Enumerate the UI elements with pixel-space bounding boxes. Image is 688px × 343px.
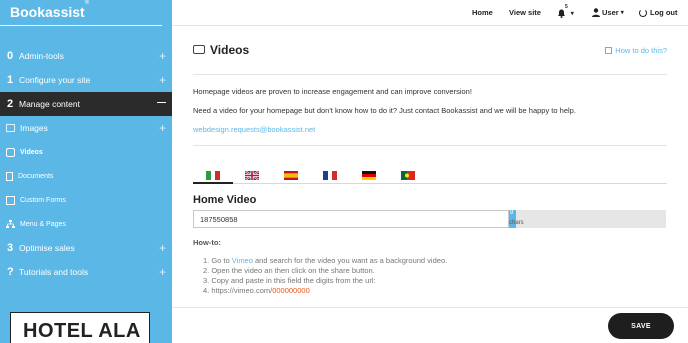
sidebar-subitem-label: Custom Forms: [20, 196, 66, 204]
char-count: 9: [510, 210, 514, 216]
language-tabs: [193, 164, 667, 184]
footer-bar: SAVE: [172, 307, 688, 343]
document-icon: [6, 171, 13, 181]
howto-step: 4. https://vimeo.com/000000000: [203, 286, 447, 296]
sidebar-subitem-label: Menu & Pages: [20, 220, 66, 228]
sidebar-item-number: 0: [7, 50, 14, 62]
sidebar-subitem-menu-pages[interactable]: Menu & Pages: [0, 212, 172, 236]
flag-italy-icon[interactable]: [206, 167, 220, 180]
hotel-logo: HOTEL ALA: [10, 312, 150, 343]
notification-count: 5: [565, 4, 568, 10]
image-icon: [6, 124, 15, 132]
step-text: 4. https://vimeo.com/: [203, 286, 273, 295]
notifications-button[interactable]: 5 ▾: [557, 4, 574, 18]
form-icon: [6, 195, 15, 205]
sidebar-subitem-images[interactable]: Images +: [0, 116, 172, 140]
power-icon: [639, 8, 647, 17]
flag-france-icon[interactable]: [323, 167, 337, 180]
sidebar-item-number: 2: [7, 98, 14, 110]
user-label: User: [602, 8, 619, 17]
sidebar-item-label: Manage content: [19, 99, 80, 109]
top-navigation: Home View site 5 ▾ User ▾ Log out: [172, 0, 688, 26]
plus-icon[interactable]: +: [159, 265, 166, 279]
sidebar-subitem-custom-forms[interactable]: Custom Forms: [0, 188, 172, 212]
sidebar-item-tutorials[interactable]: ? Tutorials and tools +: [0, 260, 172, 284]
sidebar-item-label: Configure your site: [19, 75, 91, 85]
plus-icon[interactable]: +: [159, 73, 166, 87]
section-title: Home Video: [193, 194, 257, 206]
email-link[interactable]: webdesign.requests@bookassist.net: [193, 125, 315, 134]
brand-name: Bookassist: [10, 4, 85, 20]
sidebar-subitem-videos[interactable]: Videos: [0, 140, 172, 164]
howto-steps: 1. Go to Vimeo and search for the video …: [203, 256, 447, 296]
url-digits: 000000000: [272, 286, 310, 295]
step-text: 1. Go to: [203, 256, 232, 265]
user-menu[interactable]: User ▾: [592, 8, 624, 17]
video-id-input[interactable]: [193, 210, 509, 228]
sidebar-subitem-label: Images: [20, 123, 48, 133]
view-site-link[interactable]: View site: [509, 8, 541, 17]
sidebar-item-label: Optimise sales: [19, 243, 75, 253]
help-icon: [605, 47, 613, 54]
flag-uk-icon[interactable]: [244, 167, 260, 181]
flag-germany-icon[interactable]: [362, 167, 376, 180]
flag-portugal-icon[interactable]: [401, 167, 415, 180]
video-icon: [193, 45, 205, 54]
plus-icon[interactable]: +: [159, 121, 166, 135]
sidebar-item-configure-site[interactable]: 1 Configure your site +: [0, 68, 172, 92]
contact-text: Need a video for your homepage but don't…: [193, 106, 576, 115]
how-to-link[interactable]: How to do this?: [605, 46, 667, 55]
brand-mark: ®: [84, 0, 90, 7]
divider: [193, 145, 667, 146]
sidebar-item-optimise-sales[interactable]: 3 Optimise sales +: [0, 236, 172, 260]
char-count-label: chars: [509, 220, 524, 226]
sidebar-nav: 0 Admin-tools + 1 Configure your site + …: [0, 44, 172, 284]
sidebar-subitem-label: Videos: [20, 148, 43, 156]
home-link[interactable]: Home: [472, 8, 493, 17]
main-content: Videos How to do this? Homepage videos a…: [193, 26, 667, 295]
plus-icon[interactable]: +: [159, 49, 166, 63]
page-header: Videos How to do this?: [193, 26, 667, 74]
plus-icon[interactable]: +: [159, 241, 166, 255]
howto-step: 2. Open the video an then click on the s…: [203, 266, 375, 275]
active-tab-indicator: [193, 182, 233, 184]
chevron-down-icon: ▾: [570, 10, 574, 17]
minus-icon[interactable]: [157, 102, 166, 103]
sidebar-item-number: ?: [7, 266, 14, 278]
video-input-wrapper: 9 chars: [193, 210, 666, 228]
howto-step: 3. Copy and paste in this field the digi…: [203, 276, 376, 285]
sidebar: Bookassist® 0 Admin-tools + 1 Configure …: [0, 0, 172, 343]
step-text: and search for the video you want as a b…: [252, 256, 448, 265]
chevron-down-icon: ▾: [620, 10, 624, 16]
sidebar-item-number: 3: [7, 242, 14, 254]
sidebar-item-number: 1: [7, 74, 14, 86]
sidebar-item-label: Admin-tools: [19, 51, 64, 61]
sidebar-item-manage-content[interactable]: 2 Manage content: [0, 92, 172, 116]
page-title: Videos: [210, 43, 250, 57]
howto-title: How-to:: [193, 238, 221, 247]
intro-text: Homepage videos are proven to increase e…: [193, 87, 472, 96]
user-icon: [592, 8, 600, 17]
video-icon: [6, 147, 15, 157]
sitemap-icon: [6, 219, 15, 229]
logout-label: Log out: [650, 8, 678, 17]
divider: [193, 74, 667, 75]
brand-logo[interactable]: Bookassist®: [0, 0, 162, 26]
sidebar-item-label: Tutorials and tools: [19, 267, 89, 277]
sidebar-subitem-documents[interactable]: Documents: [0, 164, 172, 188]
how-to-label: How to do this?: [615, 46, 667, 55]
flag-spain-icon[interactable]: [284, 167, 298, 180]
logout-button[interactable]: Log out: [639, 8, 678, 17]
save-button[interactable]: SAVE: [608, 313, 674, 339]
howto-step: 1. Go to Vimeo and search for the video …: [203, 256, 447, 266]
sidebar-subitem-label: Documents: [18, 172, 54, 180]
sidebar-item-admin-tools[interactable]: 0 Admin-tools +: [0, 44, 172, 68]
vimeo-link[interactable]: Vimeo: [232, 256, 253, 265]
